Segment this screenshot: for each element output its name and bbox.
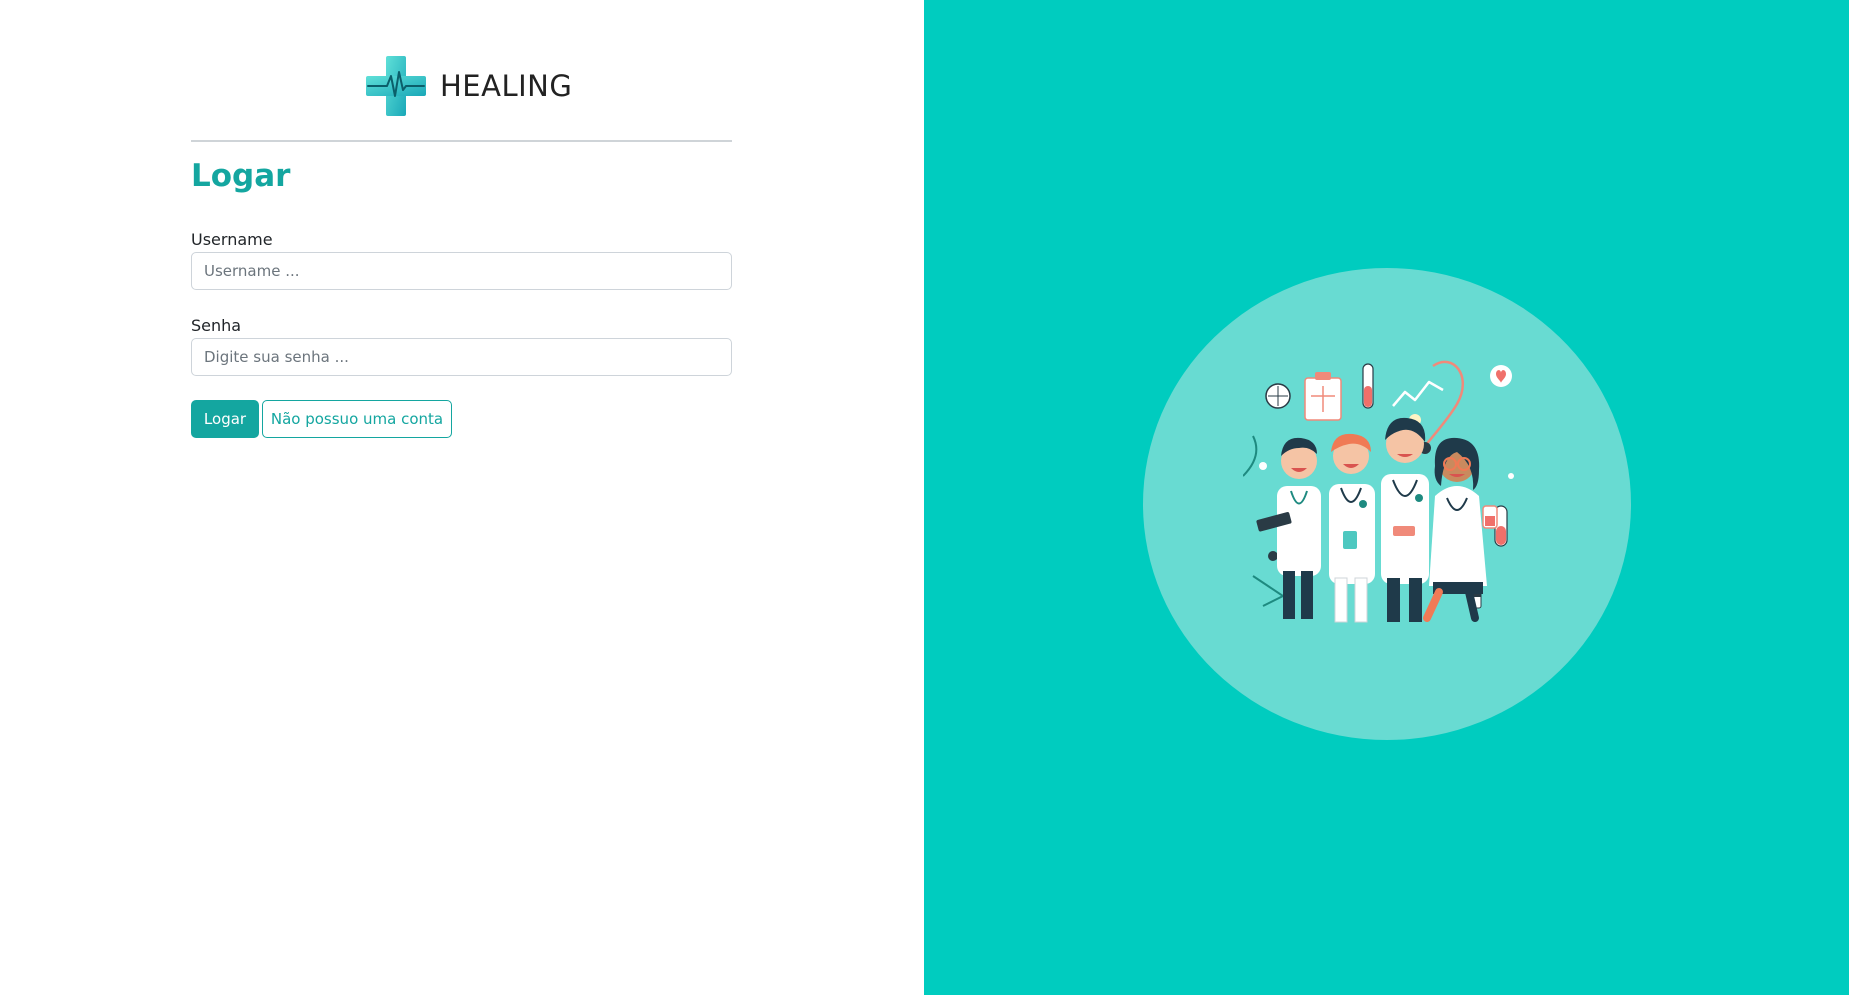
doctors-team-illustration [1243, 360, 1514, 623]
header-divider [191, 140, 732, 142]
login-panel: HEALING Logar Username Senha Logar Não p… [0, 0, 924, 995]
username-input[interactable] [191, 252, 732, 290]
doctor-3-figure [1381, 417, 1429, 622]
username-label: Username [191, 230, 273, 249]
doctor-4-figure [1423, 437, 1498, 622]
doctor-2-figure [1329, 433, 1375, 623]
brand-name: HEALING [440, 69, 573, 103]
register-button[interactable]: Não possuo uma conta [262, 400, 452, 438]
page-title: Logar [191, 158, 291, 194]
password-label: Senha [191, 316, 242, 335]
login-button[interactable]: Logar [191, 400, 259, 438]
medical-cross-heartbeat-icon [366, 56, 426, 116]
password-input[interactable] [191, 338, 732, 376]
brand-header: HEALING [366, 56, 572, 116]
